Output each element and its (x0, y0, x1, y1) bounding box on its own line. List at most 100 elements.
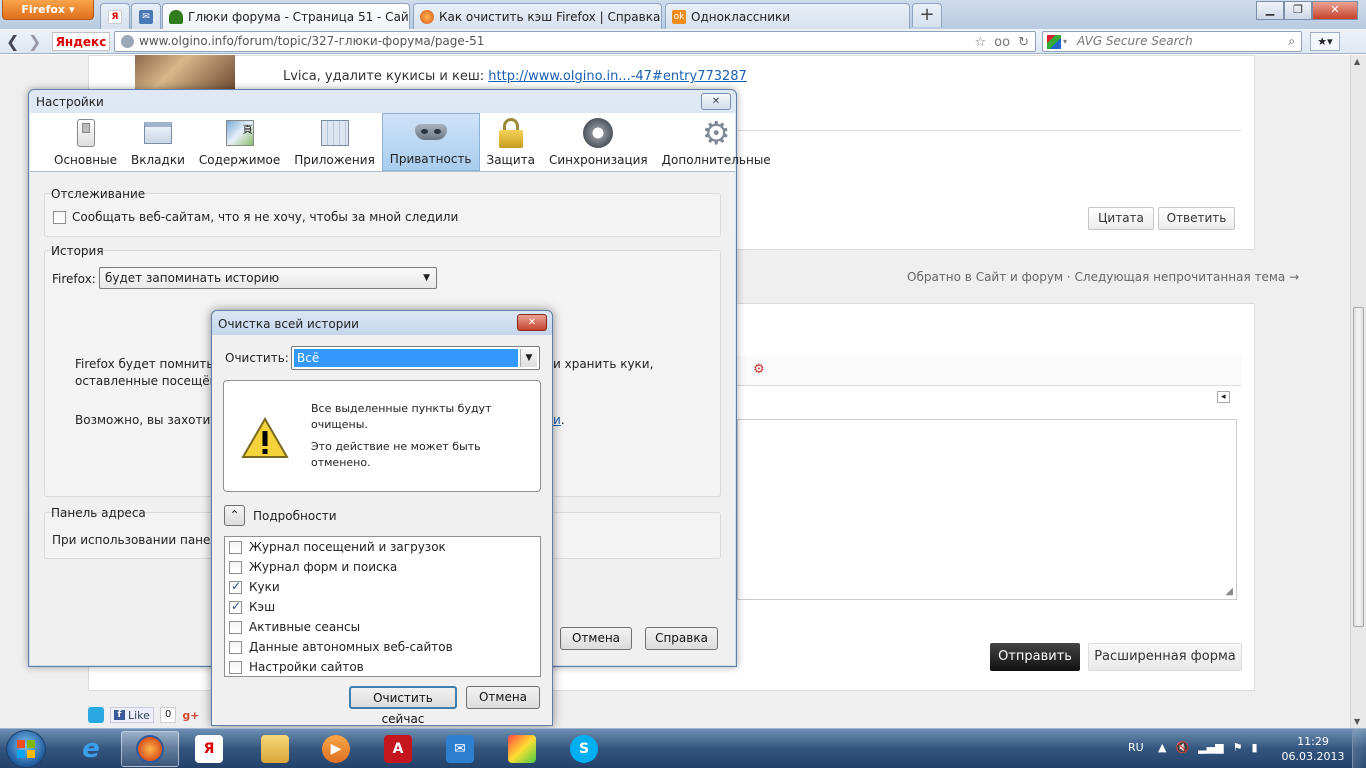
pane-general[interactable]: Основные (47, 113, 124, 171)
bookmark-star-icon: ★▾ (1317, 35, 1333, 48)
taskbar: e Я ▶ A ✉ S RU ▲ 🔇 ▂▄▆ ⚑ ▮ 11:29 06.03.2… (0, 728, 1366, 768)
glasses-icon[interactable]: oo (994, 33, 1010, 52)
avatar[interactable] (135, 55, 235, 89)
history-mode-select[interactable]: будет запоминать историю ▼ (99, 267, 437, 289)
chevron-up-icon[interactable]: ▲ (1158, 741, 1166, 754)
pane-security[interactable]: Защита (480, 113, 543, 171)
dnt-option[interactable]: Сообщать веб-сайтам, что я не хочу, чтоб… (53, 210, 458, 224)
checkbox-checked[interactable] (229, 579, 242, 594)
taskbar-yandex[interactable]: Я (180, 731, 238, 767)
dnt-checkbox[interactable] (53, 210, 66, 224)
minimize-icon[interactable]: ▁ (1256, 1, 1284, 20)
clear-now-button[interactable]: Очистить сейчас (349, 686, 457, 726)
new-tab-button[interactable]: + (912, 3, 942, 27)
checkbox[interactable] (229, 660, 242, 674)
options-help-button[interactable]: Справка (645, 627, 718, 650)
checkbox[interactable] (229, 620, 242, 634)
clear-item-cache[interactable]: Кэш (229, 599, 275, 614)
taskbar-skype[interactable]: S (555, 731, 613, 767)
reload-icon[interactable]: ↻ (1018, 33, 1029, 52)
dialog-titlebar: Очистка всей истории ✕ (212, 311, 552, 335)
quote-button[interactable]: Цитата (1088, 207, 1154, 230)
search-icon[interactable]: ⌕ (1288, 32, 1295, 51)
firefox-menu-button[interactable]: Firefox ▾ (2, 0, 94, 20)
checkbox[interactable] (229, 640, 242, 654)
checkbox[interactable] (229, 540, 242, 554)
page-scrollbar[interactable]: ▲ ▼ (1350, 55, 1366, 728)
speaker-muted-icon[interactable]: 🔇 (1175, 741, 1189, 754)
clear-item-sessions[interactable]: Активные сеансы (229, 620, 360, 634)
clear-item-offline-data[interactable]: Данные автономных веб-сайтов (229, 640, 453, 654)
send-button[interactable]: Отправить (990, 643, 1080, 671)
tab-pinned-yandex[interactable]: Я (100, 3, 130, 29)
details-toggle-button[interactable]: ⌃ (224, 505, 245, 526)
clear-item-cookies[interactable]: Куки (229, 579, 280, 594)
language-indicator[interactable]: RU (1128, 741, 1144, 754)
close-icon[interactable]: ✕ (517, 314, 547, 331)
post-link[interactable]: http://www.olgino.in...-47#entry773287 (488, 69, 747, 84)
clear-cancel-button[interactable]: Отмена (466, 686, 540, 709)
resize-grip-icon[interactable]: ◢ (1225, 586, 1233, 597)
taskbar-explorer[interactable] (246, 731, 304, 767)
pane-sync[interactable]: Синхронизация (542, 113, 655, 171)
checkbox-checked[interactable] (229, 599, 242, 614)
yandex-logo[interactable]: Яндекс (52, 32, 110, 51)
pane-tabs[interactable]: Вкладки (124, 113, 192, 171)
next-unread-topic-link[interactable]: Следующая непрочитанная тема → (1075, 270, 1300, 284)
time-range-select[interactable]: Всё ▼ (291, 346, 540, 370)
taskbar-ie[interactable]: e (62, 731, 120, 767)
item-label: Активные сеансы (249, 620, 361, 634)
taskbar-firefox[interactable] (121, 731, 179, 767)
bookmarks-button[interactable]: ★▾ (1310, 32, 1340, 51)
editor-tool-icon[interactable]: ⚙ (753, 362, 765, 377)
clear-item-history[interactable]: Журнал посещений и загрузок (229, 540, 446, 554)
tab-forum[interactable]: Глюки форума - Страница 51 - Сай... ✕ (162, 3, 410, 30)
pane-content[interactable]: 頁 Содержимое (192, 113, 287, 171)
forward-arrow-icon[interactable]: ❯ (28, 32, 41, 51)
close-window-icon[interactable]: ✕ (1312, 1, 1358, 20)
start-button[interactable] (6, 730, 46, 768)
taskbar-mail[interactable]: ✉ (431, 731, 489, 767)
dialog-content: Очистить: Всё ▼ Все выделенные пункты бу… (217, 335, 547, 726)
close-icon[interactable]: ✕ (701, 93, 731, 110)
taskbar-acrobat[interactable]: A (369, 731, 427, 767)
tab-strip: Firefox ▾ Я ✉ Глюки форума - Страница 51… (0, 0, 1366, 30)
show-desktop-button[interactable] (1352, 729, 1366, 768)
collapse-arrow-icon[interactable]: ◂ (1217, 391, 1230, 403)
options-cancel-button[interactable]: Отмена (560, 627, 632, 650)
tab-odnoklassniki[interactable]: ok Одноклассники (665, 3, 910, 29)
google-plus-icon[interactable]: g+ (182, 709, 199, 722)
battery-icon[interactable]: ▮ (1251, 741, 1257, 754)
taskbar-paint[interactable] (493, 731, 551, 767)
pane-applications[interactable]: Приложения (287, 113, 382, 171)
pane-advanced[interactable]: ⚙ Дополнительные (655, 113, 778, 171)
back-to-forum-link[interactable]: Обратно в Сайт и форум (907, 270, 1063, 284)
pane-label: Основные (54, 153, 118, 167)
back-arrow-icon[interactable]: ❮ (6, 32, 19, 51)
clear-item-forms[interactable]: Журнал форм и поиска (229, 560, 397, 574)
maximize-icon[interactable]: ❐ (1284, 1, 1312, 20)
flag-icon[interactable]: ⚑ (1233, 741, 1243, 754)
search-bar[interactable]: ▾ AVG Secure Search ⌕ (1042, 31, 1302, 52)
advanced-form-button[interactable]: Расширенная форма (1088, 643, 1242, 671)
clear-item-site-settings[interactable]: Настройки сайтов (229, 660, 364, 674)
tab-firefox-help[interactable]: Как очистить кэш Firefox | Справка ... ✕ (413, 3, 662, 29)
network-icon[interactable]: ▂▄▆ (1198, 741, 1223, 754)
reply-textarea[interactable]: ◢ (737, 419, 1237, 600)
scroll-thumb[interactable] (1353, 307, 1364, 627)
scroll-up-icon[interactable]: ▲ (1354, 57, 1360, 66)
checkbox[interactable] (229, 560, 242, 574)
taskbar-media-player[interactable]: ▶ (307, 731, 365, 767)
system-clock[interactable]: 11:29 06.03.2013 (1280, 734, 1346, 764)
facebook-like-button[interactable]: f Like (110, 707, 154, 723)
pane-privacy[interactable]: Приватность (381, 113, 480, 171)
reply-button[interactable]: Ответить (1158, 207, 1235, 230)
media-player-icon: ▶ (322, 735, 350, 763)
remove-cookies-link[interactable]: и (553, 413, 561, 427)
url-bar[interactable]: www.olgino.info/forum/topic/327-глюки-фо… (114, 31, 1036, 52)
options-pane-toolbar: Основные Вкладки 頁 Содержимое Приложения… (30, 113, 771, 171)
scroll-down-icon[interactable]: ▼ (1354, 717, 1360, 726)
twitter-icon[interactable] (88, 707, 104, 723)
star-icon[interactable]: ☆ (975, 33, 987, 52)
tab-pinned-mail[interactable]: ✉ (131, 3, 161, 29)
